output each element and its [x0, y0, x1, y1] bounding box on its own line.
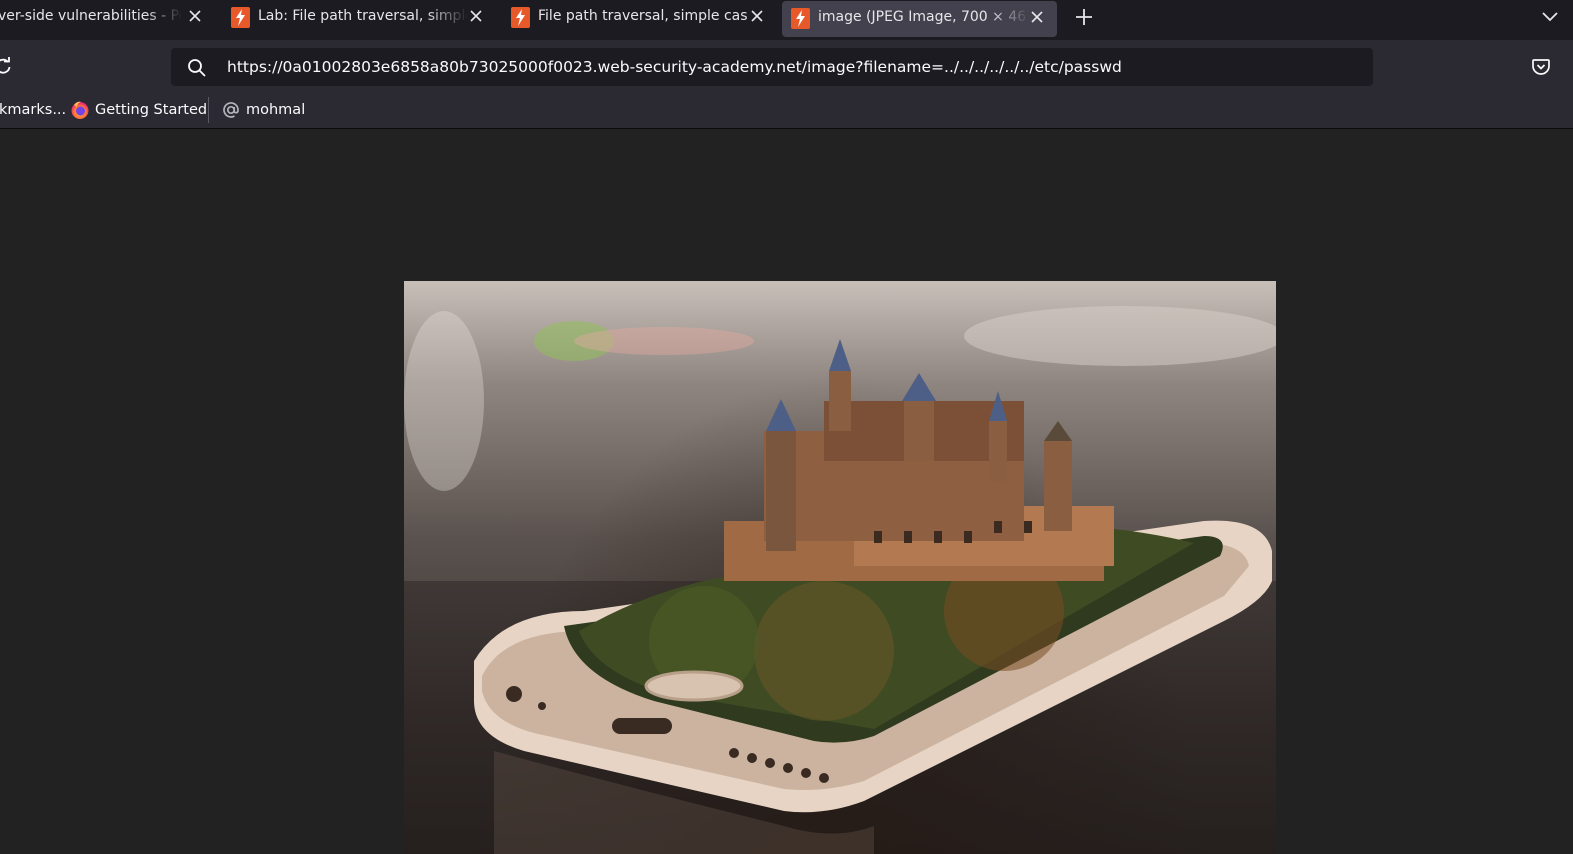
bookmark-getting-started[interactable]: Getting Started	[70, 92, 207, 128]
navigation-toolbar	[0, 40, 1573, 92]
bookmark-mohmal[interactable]: mohmal	[221, 92, 305, 128]
firefox-icon	[71, 101, 89, 119]
page-content	[0, 129, 1573, 854]
tab-server-side-vulnerabilities[interactable]: ver-side vulnerabilities - PortSwigger	[0, 0, 215, 36]
close-icon[interactable]	[468, 8, 484, 24]
bookmark-label: mohmal	[246, 102, 306, 118]
close-icon[interactable]	[187, 8, 203, 24]
tab-image-jpeg[interactable]: image (JPEG Image, 700 × 467 pixels)	[782, 1, 1057, 37]
portswigger-icon	[791, 8, 810, 29]
portswigger-icon	[231, 7, 250, 28]
bookmark-import[interactable]: kmarks...	[0, 92, 66, 128]
tab-lab-file-path-traversal[interactable]: Lab: File path traversal, simple case	[220, 0, 500, 36]
tab-title: image (JPEG Image, 700 × 467 pixels)	[818, 9, 1030, 25]
displayed-jpeg-image[interactable]	[404, 281, 1276, 854]
search-icon	[188, 59, 206, 77]
url-input[interactable]	[227, 48, 1347, 86]
close-icon[interactable]	[749, 8, 765, 24]
tab-strip: ver-side vulnerabilities - PortSwigger L…	[0, 0, 1573, 40]
bookmark-label: Getting Started	[95, 102, 208, 118]
pocket-icon[interactable]	[1531, 57, 1551, 77]
close-icon[interactable]	[1029, 9, 1045, 25]
tab-file-path-traversal[interactable]: File path traversal, simple case	[500, 0, 780, 36]
address-bar[interactable]	[171, 48, 1373, 86]
tab-title: File path traversal, simple case	[538, 8, 748, 24]
at-sign-icon	[223, 102, 239, 118]
reload-icon[interactable]	[0, 57, 12, 75]
chevron-down-icon[interactable]	[1540, 6, 1560, 26]
bookmarks-toolbar: kmarks... Getting Started mohmal	[0, 92, 1573, 129]
tab-title: ver-side vulnerabilities - PortSwigger	[0, 8, 182, 24]
bookmark-label: kmarks...	[0, 102, 67, 118]
bookmarks-separator	[208, 97, 209, 123]
new-tab-plus-icon[interactable]	[1073, 6, 1095, 28]
portswigger-icon	[511, 7, 530, 28]
castle-on-phone-photo	[404, 306, 1276, 854]
tab-title: Lab: File path traversal, simple case	[258, 8, 468, 24]
